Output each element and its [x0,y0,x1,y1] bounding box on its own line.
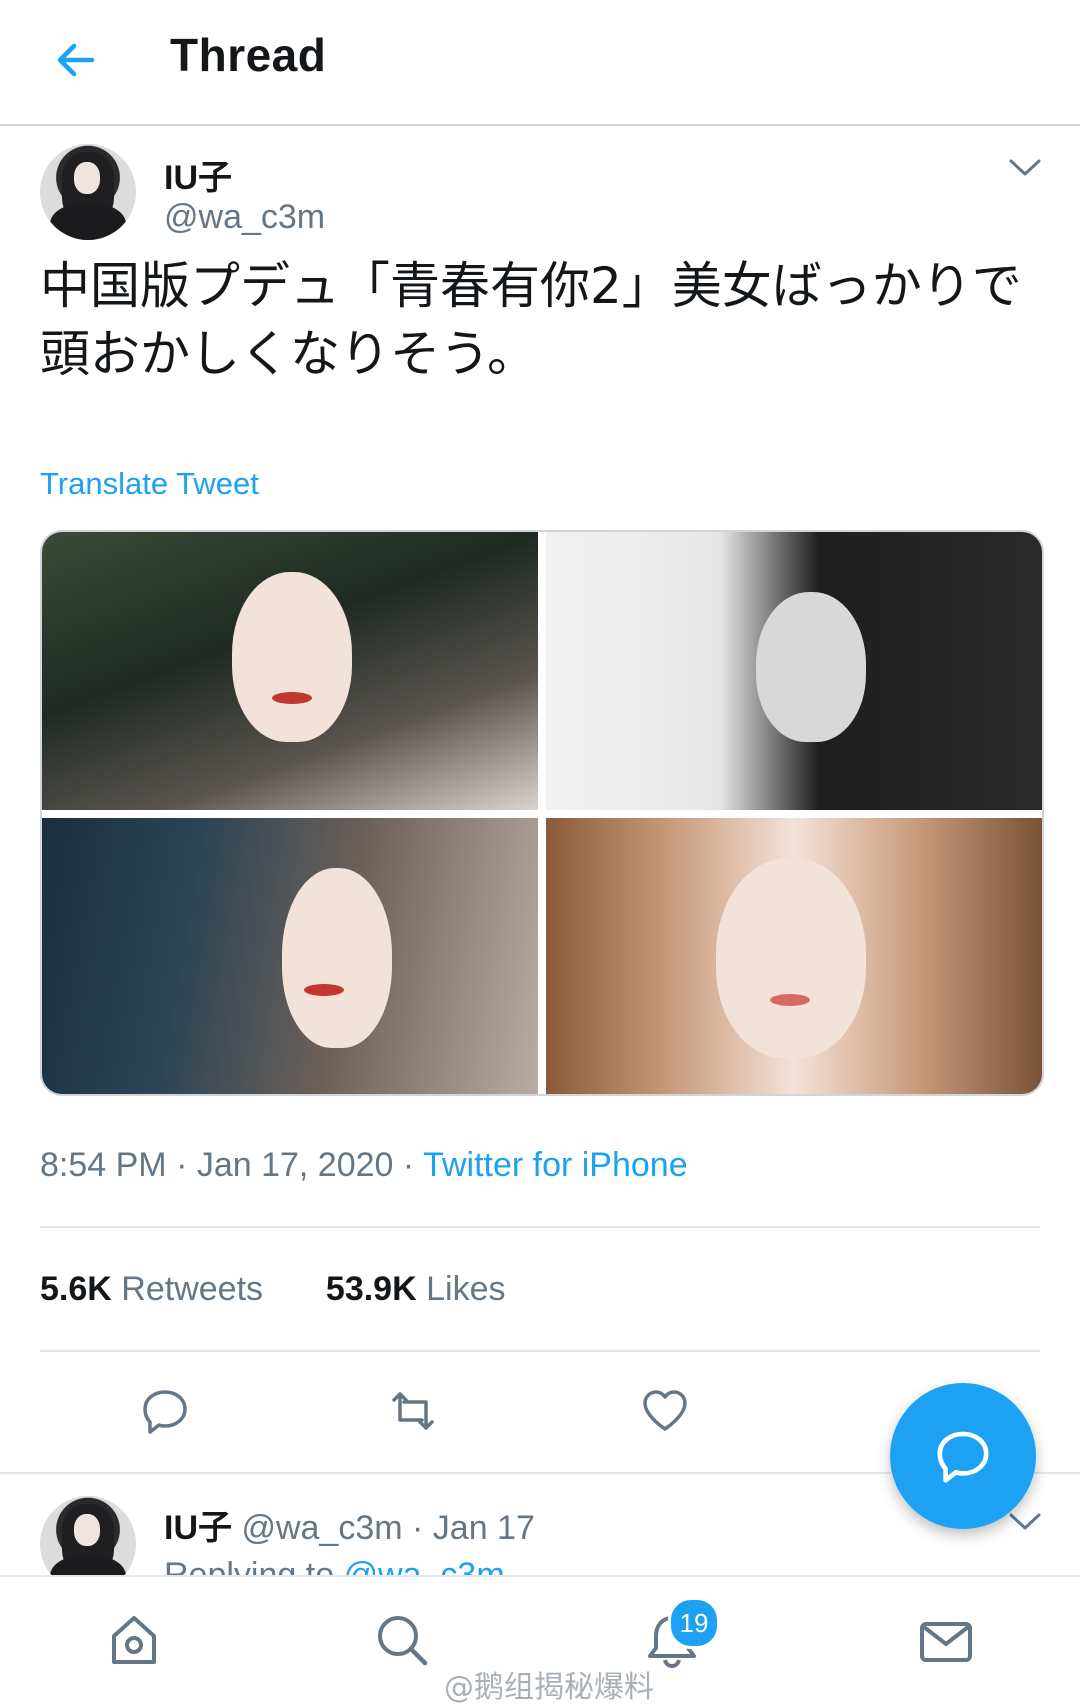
translate-tweet-link[interactable]: Translate Tweet [40,466,259,502]
page-title: Thread [170,29,327,81]
retweets-stat[interactable]: 5.6K Retweets [40,1270,263,1308]
photo-1[interactable] [42,532,538,810]
top-app-bar [0,0,1080,126]
photo-3[interactable] [42,818,538,1094]
author-handle[interactable]: @wa_c3m [164,198,325,237]
likes-stat[interactable]: 53.9K Likes [326,1270,506,1308]
source-link[interactable]: Twitter for iPhone [423,1146,688,1184]
tweet-text: 中国版プデュ「青春有你2」美女ばっかりで頭おかしくなりそう。 [40,257,1022,383]
reply-header: IU子 @wa_c3m · Jan 17 [164,1500,535,1549]
tweet-meta: 8:54 PM · Jan 17, 2020 · Twitter for iPh… [40,1146,688,1185]
chevron-down-icon[interactable] [1008,1512,1042,1532]
reply-date: Jan 17 [432,1509,535,1547]
author-name[interactable]: IU子 [164,150,232,199]
retweets-label: Retweets [121,1270,264,1308]
search-icon[interactable] [372,1610,432,1670]
home-icon[interactable] [104,1610,164,1670]
retweet-icon[interactable] [388,1386,438,1436]
tweet-stats: 5.6K Retweets 53.9K Likes [40,1270,505,1309]
reply-author-handle[interactable]: @wa_c3m [241,1509,402,1547]
retweets-count: 5.6K [40,1270,112,1308]
reply-separator: · [402,1509,433,1547]
messages-icon[interactable] [916,1612,976,1672]
notifications-badge: 19 [668,1597,720,1649]
media-grid [40,530,1044,1096]
avatar[interactable] [40,144,136,240]
photo-4[interactable] [546,818,1042,1094]
reply-icon[interactable] [140,1386,190,1436]
reply-author-name[interactable]: IU子 [164,1509,232,1547]
likes-label: Likes [426,1270,506,1308]
divider [40,1226,1040,1228]
watermark: @鹅组揭秘爆料 [444,1670,654,1705]
photo-2[interactable] [546,532,1042,810]
back-arrow-icon[interactable] [52,36,100,84]
divider [40,1350,1040,1352]
compose-reply-button[interactable] [890,1383,1036,1529]
likes-count: 53.9K [325,1270,417,1308]
chevron-down-icon[interactable] [1008,158,1042,178]
reply-bubble-icon [937,1431,989,1483]
timestamp: 8:54 PM · Jan 17, 2020 · [40,1146,424,1184]
like-icon[interactable] [640,1386,690,1436]
